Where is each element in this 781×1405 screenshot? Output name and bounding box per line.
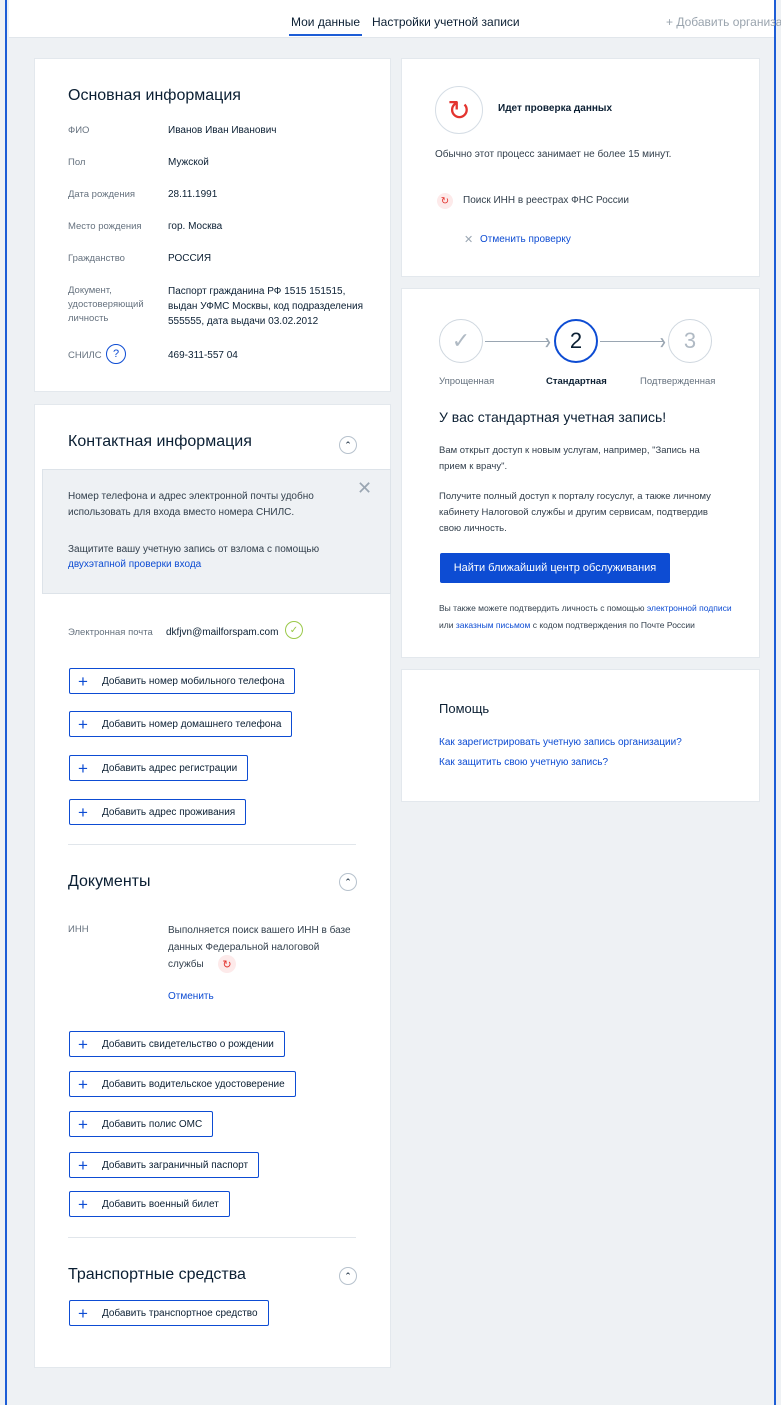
arrow-right-icon: ❯ [659, 337, 667, 347]
help-link[interactable]: Как зарегистрировать учетную запись орга… [439, 737, 682, 748]
vehicles-title: Транспортные средства [68, 1266, 246, 1283]
step-2-circle: 2 [554, 319, 598, 363]
checkmark-icon: ✓ [451, 328, 471, 353]
notice-text: Номер телефона и адрес электронной почты… [68, 491, 314, 518]
add-organization-link[interactable]: + Добавить организаци [666, 15, 781, 29]
close-icon[interactable]: ✕ [464, 233, 473, 246]
account-paragraph-2: Получите полный доступ к порталу госуслу… [439, 491, 711, 534]
snils-value: 469-311-557 04 [168, 350, 238, 361]
snils-label: СНИЛС [68, 350, 102, 361]
step-label: Стандартная [546, 376, 607, 387]
plus-icon: + [78, 1034, 88, 1054]
e-signature-link[interactable]: электронной подписи [647, 603, 732, 613]
add-home-phone-button[interactable]: + Добавить номер домашнего телефона [69, 711, 293, 737]
add-drivers-license-button[interactable]: + Добавить водительское удостоверение [69, 1071, 296, 1097]
help-card: Помощь Как зарегистрировать учетную запи… [401, 669, 760, 802]
plus-icon: + [78, 1194, 88, 1214]
verified-check-icon: ✓ [285, 621, 303, 639]
plus-icon: + [78, 1155, 88, 1175]
add-residence-address-button[interactable]: + Добавить адрес проживания [69, 799, 247, 825]
plus-icon: + [78, 758, 88, 778]
account-footnote: Вы также можете подтвердить личность с п… [439, 603, 732, 630]
check-subtitle: Обычно этот процесс занимает не более 15… [435, 149, 672, 160]
add-oms-policy-button[interactable]: + Добавить полис ОМС [69, 1111, 214, 1137]
field-label: Место рождения [68, 221, 142, 232]
step-connector [485, 341, 549, 342]
field-value: гор. Москва [168, 221, 223, 232]
divider [68, 1237, 356, 1238]
step-3-circle: 3 [668, 319, 712, 363]
add-birth-certificate-button[interactable]: + Добавить свидетельство о рождении [69, 1031, 285, 1057]
arrow-right-icon: ❯ [544, 337, 552, 347]
plus-icon: + [78, 1074, 88, 1094]
registered-letter-link[interactable]: заказным письмом [456, 620, 531, 630]
email-label: Электронная почта [68, 627, 153, 638]
add-mobile-phone-button[interactable]: + Добавить номер мобильного телефона [69, 668, 296, 694]
check-item: Поиск ИНН в реестрах ФНС России [463, 195, 629, 206]
documents-title: Документы [68, 873, 151, 890]
email-value: dkfjvn@mailforspam.com [166, 627, 279, 638]
document-label: Документ, удостоверяющий личность [68, 285, 144, 324]
contact-title: Контактная информация [68, 433, 252, 450]
cancel-check-link[interactable]: Отменить проверку [480, 234, 571, 245]
plus-icon: + [78, 714, 88, 734]
field-label: Гражданство [68, 253, 125, 264]
add-registration-address-button[interactable]: + Добавить адрес регистрации [69, 755, 249, 781]
add-military-id-button[interactable]: + Добавить военный билет [69, 1191, 230, 1217]
inn-status: Выполняется поиск вашего ИНН в базе данн… [168, 925, 351, 970]
inn-cancel-link[interactable]: Отменить [168, 991, 214, 1002]
add-vehicle-button[interactable]: + Добавить транспортное средство [69, 1300, 269, 1326]
help-icon[interactable]: ? [106, 344, 126, 364]
field-value: 28.11.1991 [168, 189, 218, 200]
plus-icon: + [78, 1303, 88, 1323]
plus-icon: + [78, 802, 88, 822]
field-label: Пол [68, 157, 86, 168]
document-value: Паспорт гражданина РФ 1515 151515, выдан… [168, 286, 363, 327]
account-status-card: ✓ ❯ 2 ❯ 3 Упрощенная Стандартная Подтвер… [401, 288, 760, 658]
field-label: Дата рождения [68, 189, 136, 200]
basic-info-card: Основная информация ФИО Иванов Иван Иван… [34, 58, 391, 392]
find-service-center-button[interactable]: Найти ближайший центр обслуживания [440, 553, 670, 583]
inn-label: ИНН [68, 924, 89, 935]
data-check-card: ↻ Идет проверка данных Обычно этот проце… [401, 58, 760, 277]
chevron-up-icon[interactable]: ⌃ [339, 873, 357, 891]
help-title: Помощь [439, 701, 490, 716]
tab-account-settings[interactable]: Настройки учетной записи [372, 15, 520, 29]
check-title: Идет проверка данных [498, 103, 613, 114]
step-connector [600, 341, 664, 342]
account-status-title: У вас стандартная учетная запись! [439, 409, 667, 425]
refresh-icon: ↻ [437, 193, 453, 209]
basic-info-title: Основная информация [68, 87, 241, 104]
top-nav: Мои данные Настройки учетной записи + До… [9, 0, 781, 38]
add-foreign-passport-button[interactable]: + Добавить заграничный паспорт [69, 1152, 260, 1178]
step-label: Подтвержденная [640, 376, 716, 387]
field-value: Мужской [168, 157, 209, 168]
account-paragraph-1: Вам открыт доступ к новым услугам, напри… [439, 445, 700, 472]
notice-text-2: Защитите вашу учетную запись от взлома с… [68, 544, 320, 555]
field-label: ФИО [68, 125, 90, 136]
chevron-up-icon[interactable]: ⌃ [339, 1267, 357, 1285]
step-1-circle: ✓ [439, 319, 483, 363]
field-value: РОССИЯ [168, 253, 212, 264]
profile-details-card: Контактная информация ⌃ Номер телефона и… [34, 404, 391, 1368]
plus-icon: + [78, 1114, 88, 1134]
divider [68, 844, 356, 845]
page-frame: Мои данные Настройки учетной записи + До… [5, 0, 781, 1405]
step-label: Упрощенная [439, 376, 495, 387]
chevron-up-icon[interactable]: ⌃ [339, 436, 357, 454]
two-step-link[interactable]: двухэтапной проверки входа [68, 559, 201, 570]
plus-icon: + [78, 671, 88, 691]
refresh-icon: ↻ [218, 955, 236, 973]
help-link[interactable]: Как защитить свою учетную запись? [439, 757, 608, 768]
refresh-icon: ↻ [435, 86, 483, 134]
close-icon[interactable]: ✕ [357, 478, 372, 499]
tab-my-data[interactable]: Мои данные [288, 15, 363, 36]
field-value: Иванов Иван Иванович [168, 125, 277, 136]
security-notice: Номер телефона и адрес электронной почты… [42, 469, 391, 594]
